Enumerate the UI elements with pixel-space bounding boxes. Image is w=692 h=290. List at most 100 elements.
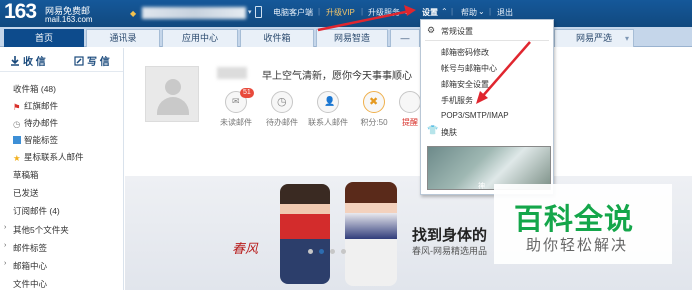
menu-password-change[interactable]: 邮箱密码修改 (441, 47, 489, 58)
tab-yanxuan[interactable]: 网易严选 ▾ (554, 29, 634, 47)
chevron-right-icon[interactable]: › (4, 260, 6, 267)
carousel-dot[interactable] (330, 249, 335, 254)
tab-home[interactable]: 首页 (4, 29, 84, 47)
folder-inbox[interactable]: 收件箱 (48) (13, 83, 56, 95)
receive-mail-button[interactable]: 收 信 (10, 53, 46, 68)
unread-badge: 51 (240, 88, 254, 98)
folder-label: 邮件标签 (13, 243, 48, 253)
logout-link[interactable]: 退出 (497, 7, 513, 18)
quick-label: 未读邮件 (220, 118, 252, 127)
folder-drafts[interactable]: 草稿箱 (13, 169, 39, 181)
folder-label: 文件中心 (13, 279, 48, 289)
folder-starred-contacts[interactable]: ★ 星标联系人邮件 (13, 151, 84, 163)
folder-label: 草稿箱 (13, 170, 39, 180)
chevron-down-icon[interactable]: ⌄ (403, 7, 410, 16)
banner-model-1 (280, 184, 330, 284)
tab-netease-smart[interactable]: 网易智造 (316, 29, 388, 47)
contact-icon: 👤 (317, 91, 339, 113)
gear-icon: ⚙ (427, 25, 436, 35)
carousel-dot-active[interactable] (319, 249, 324, 254)
separator: | (361, 7, 364, 16)
tab-inbox-label: 收件箱 (263, 33, 291, 43)
folder-subscriptions[interactable]: 订阅邮件 (4) (13, 205, 60, 217)
folder-file-center[interactable]: 文件中心 (13, 278, 47, 290)
quick-unread[interactable]: 51 ✉ 未读邮件 (213, 88, 259, 128)
tab-inbox[interactable]: 收件箱 (240, 29, 314, 47)
envelope-icon: 51 ✉ (225, 88, 254, 113)
menu-security-settings[interactable]: 邮箱安全设置 (441, 79, 489, 90)
avatar-head (165, 79, 181, 95)
folder-todo[interactable]: ◷ 待办邮件 (13, 117, 58, 129)
greeting-text: 早上空气清新，愿你今天事事顺心 (262, 71, 412, 82)
tab-contacts[interactable]: 通讯录 (86, 29, 160, 47)
folder-label: 订阅邮件 (4) (13, 206, 60, 216)
upgrade-service-link[interactable]: 升级服务 (368, 7, 400, 18)
skin-preview-caption: 神 (478, 183, 485, 190)
separator: | (451, 7, 454, 16)
folder-label: 星标联系人邮件 (24, 152, 84, 162)
menu-mobile-service[interactable]: 手机服务 (441, 95, 473, 106)
menu-skin[interactable]: 换肤 (441, 127, 457, 138)
folder-label: 邮箱中心 (13, 261, 48, 271)
banner-headline: 找到身体的 (412, 227, 488, 244)
separator: | (489, 7, 492, 16)
chevron-up-icon[interactable]: ⌃ (441, 7, 448, 16)
quick-todo[interactable]: ◷ 待办邮件 (259, 91, 305, 128)
folder-label: 待办邮件 (24, 118, 59, 128)
quick-contacts[interactable]: 👤 联系人邮件 (305, 91, 351, 128)
carousel-dot[interactable] (308, 249, 313, 254)
mail-actions: 收 信 写 信 (0, 48, 123, 72)
help-link[interactable]: 帮助 (461, 7, 477, 18)
sidebar: 收 信 写 信 收件箱 (48) ⚑ 红旗邮件 ◷ 待办邮件 智能标签 ★ 星标联系人… (0, 48, 124, 290)
tab-netease-smart-label: 网易智造 (333, 33, 370, 43)
tab-app-center[interactable]: 应用中心 (162, 29, 238, 47)
menu-pop3-smtp-imap[interactable]: POP3/SMTP/IMAP (441, 111, 509, 120)
tab-app-center-label: 应用中心 (181, 33, 218, 43)
avatar-body (157, 97, 189, 115)
chevron-right-icon[interactable]: › (4, 242, 6, 249)
quick-points[interactable]: ✖ 积分:50 (351, 91, 397, 128)
tab-more-label: — (400, 33, 410, 43)
logo-number: 163 (4, 0, 37, 23)
folder-flagged[interactable]: ⚑ 红旗邮件 (13, 100, 58, 112)
tab-contacts-label: 通讯录 (109, 33, 137, 43)
quick-label: 积分:50 (360, 118, 388, 127)
phone-icon[interactable] (255, 6, 262, 18)
user-account-blurred[interactable] (142, 7, 246, 19)
carousel-dot[interactable] (341, 249, 346, 254)
chevron-down-icon[interactable]: ▾ (248, 8, 252, 16)
upgrade-vip-link[interactable]: 升级VIP (326, 7, 355, 18)
close-tab-icon[interactable]: ▾ (625, 30, 629, 47)
chevron-down-icon[interactable]: ⌄ (478, 7, 485, 16)
folder-other[interactable]: 其他5个文件夹 (13, 224, 69, 236)
tab-yanxuan-label: 网易严选 (575, 33, 612, 43)
chevron-right-icon[interactable]: › (4, 224, 6, 231)
settings-dropdown: ⚙ 常规设置 邮箱密码修改 帐号与邮箱中心 邮箱安全设置 手机服务 POP3/S… (420, 19, 554, 195)
tab-more[interactable]: — (390, 29, 420, 47)
menu-account-center[interactable]: 帐号与邮箱中心 (441, 63, 497, 74)
pencil-icon (74, 56, 84, 66)
vip-diamond-icon: ◆ (130, 9, 137, 18)
folder-label: 红旗邮件 (24, 101, 59, 111)
download-icon (11, 56, 19, 66)
clock-icon: ◷ (13, 119, 21, 129)
logo-domain: mail.163.com (45, 15, 93, 24)
user-name-blurred (217, 67, 247, 79)
write-mail-button[interactable]: 写 信 (74, 53, 110, 68)
folder-mail-center[interactable]: 邮箱中心 (13, 260, 47, 272)
menu-general-settings[interactable]: 常规设置 (441, 26, 473, 37)
folder-sent[interactable]: 已发送 (13, 187, 39, 199)
settings-link[interactable]: 设置 (422, 7, 438, 18)
clock-icon: ◷ (271, 91, 293, 113)
banner-model-2 (345, 182, 397, 286)
folder-mail-tags[interactable]: 邮件标签 (13, 242, 47, 254)
avatar[interactable] (145, 66, 199, 122)
desktop-client-link[interactable]: 电脑客户端 (273, 7, 313, 18)
tshirt-icon: 👕 (427, 125, 439, 135)
write-mail-label: 写 信 (87, 57, 110, 68)
red-flag-icon: ⚑ (13, 102, 21, 112)
folder-label: 智能标签 (24, 135, 59, 145)
watermark: 百科全说 助你轻松解决 (494, 184, 672, 264)
folder-label: 已发送 (13, 188, 39, 198)
folder-smart-tags[interactable]: 智能标签 (13, 134, 58, 146)
